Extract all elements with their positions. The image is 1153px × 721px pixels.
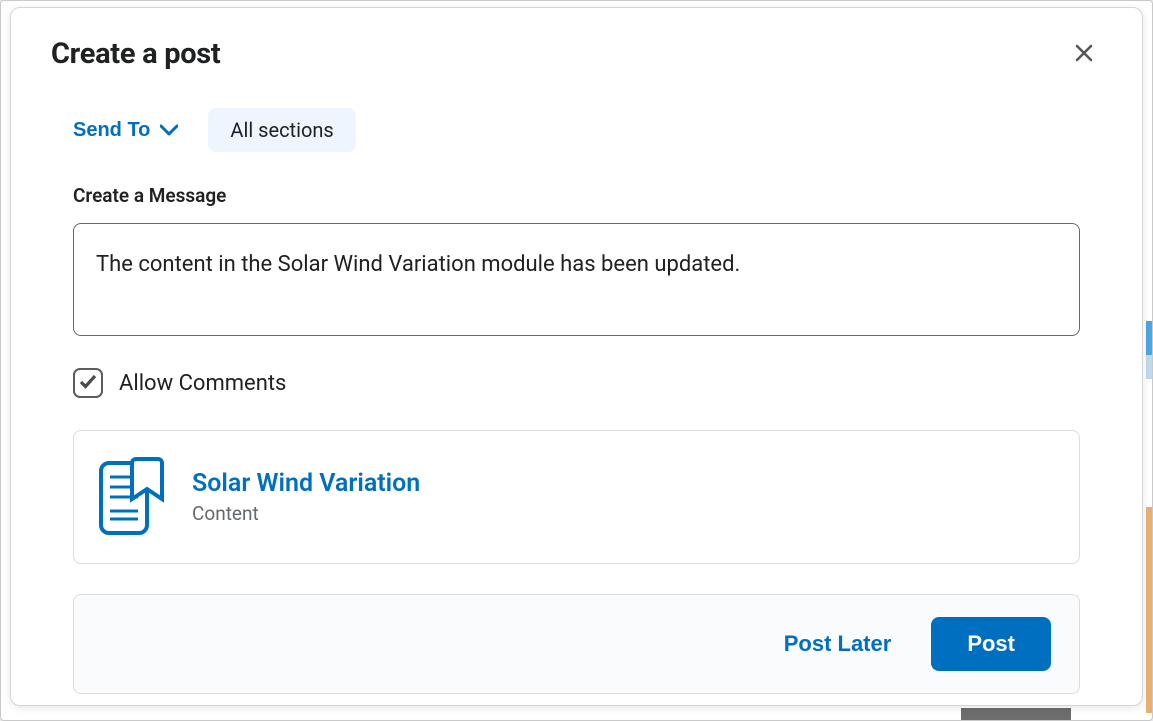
message-input[interactable]: [73, 223, 1080, 336]
bg-accent: [1146, 507, 1152, 713]
allow-comments-row: Allow Comments: [73, 368, 1080, 398]
send-to-row: Send To All sections: [73, 108, 1080, 152]
create-post-dialog: Create a post Send To All sections Creat…: [10, 7, 1143, 706]
send-to-dropdown[interactable]: Send To: [73, 115, 178, 146]
dialog-header: Create a post: [51, 36, 1102, 72]
bg-accent: [961, 708, 1071, 720]
post-later-button[interactable]: Post Later: [780, 623, 896, 665]
dialog-title: Create a post: [51, 37, 220, 71]
bg-accent: [1146, 355, 1152, 379]
content-module-icon: [98, 453, 164, 541]
post-button[interactable]: Post: [931, 617, 1051, 671]
message-label: Create a Message: [73, 184, 1080, 207]
send-to-label: Send To: [73, 119, 150, 142]
attachment-text: Solar Wind Variation Content: [192, 469, 420, 525]
app-frame: Create a post Send To All sections Creat…: [0, 0, 1153, 721]
attachment-card[interactable]: Solar Wind Variation Content: [73, 430, 1080, 564]
allow-comments-checkbox[interactable]: [73, 368, 103, 398]
close-icon: [1074, 43, 1094, 66]
allow-comments-label: Allow Comments: [119, 371, 286, 396]
chevron-down-icon: [160, 119, 178, 142]
attachment-title: Solar Wind Variation: [192, 469, 420, 498]
action-bar: Post Later Post: [73, 594, 1080, 694]
close-button[interactable]: [1066, 36, 1102, 72]
bg-accent: [1146, 321, 1152, 355]
dialog-body: Send To All sections Create a Message Al…: [51, 108, 1102, 694]
recipient-chip[interactable]: All sections: [208, 108, 355, 152]
check-icon: [79, 374, 97, 393]
attachment-type: Content: [192, 502, 420, 525]
